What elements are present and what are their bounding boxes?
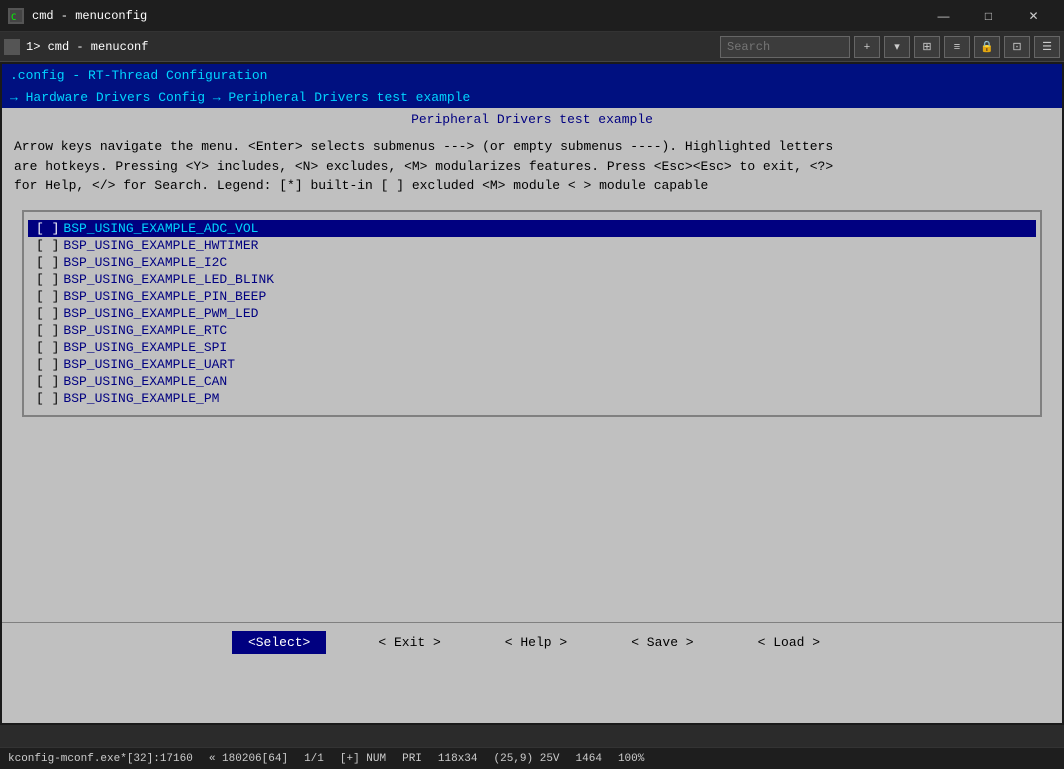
bracket-2: [ ]	[36, 255, 59, 270]
nav-path: → Hardware Drivers Config → Peripheral D…	[10, 90, 470, 105]
toolbar: + ▾ ⊞ ≡ 🔒 ⊡ ☰	[720, 36, 1060, 58]
save-button[interactable]: < Save >	[619, 631, 705, 654]
help-line-1: Arrow keys navigate the menu. <Enter> se…	[14, 137, 1050, 157]
status-fraction: 1/1	[304, 753, 324, 765]
status-zoom: 100%	[618, 753, 644, 765]
status-process: kconfig-mconf.exe*[32]:17160	[8, 753, 193, 765]
bracket-4: [ ]	[36, 289, 59, 304]
layout-button[interactable]: ⊡	[1004, 36, 1030, 58]
bracket-3: [ ]	[36, 272, 59, 287]
menu-list: [ ] BSP_USING_EXAMPLE_ADC_VOL [ ] BSP_US…	[22, 210, 1042, 417]
status-memory: 1464	[576, 753, 602, 765]
bracket-7: [ ]	[36, 340, 59, 355]
maximize-button[interactable]: □	[966, 0, 1011, 32]
menu-item-can[interactable]: [ ] BSP_USING_EXAMPLE_CAN	[28, 373, 1036, 390]
minimize-button[interactable]: —	[921, 0, 966, 32]
bracket-6: [ ]	[36, 323, 59, 338]
bottom-button-bar: <Select> < Exit > < Help > < Save > < Lo…	[2, 622, 1062, 662]
config-path: .config - RT-Thread Configuration	[10, 68, 267, 83]
menu-item-led-blink[interactable]: [ ] BSP_USING_EXAMPLE_LED_BLINK	[28, 271, 1036, 288]
item-name-10: BSP_USING_EXAMPLE_PM	[63, 391, 219, 406]
settings-button[interactable]: ≡	[944, 36, 970, 58]
menu-item-pm[interactable]: [ ] BSP_USING_EXAMPLE_PM	[28, 390, 1036, 407]
item-name-1: BSP_USING_EXAMPLE_HWTIMER	[63, 238, 258, 253]
item-name-4: BSP_USING_EXAMPLE_PIN_BEEP	[63, 289, 266, 304]
help-button[interactable]: < Help >	[493, 631, 579, 654]
help-title-text: Peripheral Drivers test example	[411, 112, 653, 127]
help-text-area: Arrow keys navigate the menu. <Enter> se…	[2, 131, 1062, 202]
tab-icon	[4, 39, 20, 55]
add-button[interactable]: +	[854, 36, 880, 58]
status-priority: PRI	[402, 753, 422, 765]
help-line-3: for Help, </> for Search. Legend: [*] bu…	[14, 176, 1050, 196]
content-area: .config - RT-Thread Configuration → Hard…	[2, 64, 1062, 723]
bracket-1: [ ]	[36, 238, 59, 253]
help-title: Peripheral Drivers test example	[2, 108, 1062, 131]
search-input[interactable]	[720, 36, 850, 58]
select-button[interactable]: <Select>	[232, 631, 326, 654]
menu-item-i2c[interactable]: [ ] BSP_USING_EXAMPLE_I2C	[28, 254, 1036, 271]
item-name-5: BSP_USING_EXAMPLE_PWM_LED	[63, 306, 258, 321]
title-bar-text: cmd - menuconfig	[32, 9, 921, 23]
bracket-10: [ ]	[36, 391, 59, 406]
help-line-2: are hotkeys. Pressing <Y> includes, <N> …	[14, 157, 1050, 177]
item-name-9: BSP_USING_EXAMPLE_CAN	[63, 374, 227, 389]
menu-item-adc[interactable]: [ ] BSP_USING_EXAMPLE_ADC_VOL	[28, 220, 1036, 237]
window-controls: — □ ✕	[921, 0, 1056, 32]
svg-text:C: C	[11, 13, 16, 22]
menu-button[interactable]: ☰	[1034, 36, 1060, 58]
menu-item-pwm-led[interactable]: [ ] BSP_USING_EXAMPLE_PWM_LED	[28, 305, 1036, 322]
item-name-8: BSP_USING_EXAMPLE_UART	[63, 357, 235, 372]
breadcrumb-top: .config - RT-Thread Configuration	[2, 64, 1062, 86]
app-icon: C	[8, 8, 24, 24]
item-name-7: BSP_USING_EXAMPLE_SPI	[63, 340, 227, 355]
status-position: « 180206[64]	[209, 753, 288, 765]
menu-item-rtc[interactable]: [ ] BSP_USING_EXAMPLE_RTC	[28, 322, 1036, 339]
bracket-5: [ ]	[36, 306, 59, 321]
main-window: C cmd - menuconfig — □ ✕ 1> cmd - menuco…	[0, 0, 1064, 769]
menu-item-spi[interactable]: [ ] BSP_USING_EXAMPLE_SPI	[28, 339, 1036, 356]
item-name-6: BSP_USING_EXAMPLE_RTC	[63, 323, 227, 338]
item-name-0: BSP_USING_EXAMPLE_ADC_VOL	[63, 221, 258, 236]
menu-item-pin-beep[interactable]: [ ] BSP_USING_EXAMPLE_PIN_BEEP	[28, 288, 1036, 305]
item-name-2: BSP_USING_EXAMPLE_I2C	[63, 255, 227, 270]
item-name-3: BSP_USING_EXAMPLE_LED_BLINK	[63, 272, 274, 287]
load-button[interactable]: < Load >	[746, 631, 832, 654]
tab-label: 1> cmd - menuconf	[26, 40, 720, 54]
bracket-9: [ ]	[36, 374, 59, 389]
bottom-spacer	[0, 725, 1064, 747]
lock-button[interactable]: 🔒	[974, 36, 1000, 58]
view-button[interactable]: ⊞	[914, 36, 940, 58]
breadcrumb-nav: → Hardware Drivers Config → Peripheral D…	[2, 86, 1062, 108]
tab-bar: 1> cmd - menuconf + ▾ ⊞ ≡ 🔒 ⊡ ☰	[0, 32, 1064, 62]
status-bar: kconfig-mconf.exe*[32]:17160 « 180206[64…	[0, 747, 1064, 769]
status-flags: [+] NUM	[340, 753, 386, 765]
status-dimensions: 118x34	[438, 753, 478, 765]
close-button[interactable]: ✕	[1011, 0, 1056, 32]
title-bar: C cmd - menuconfig — □ ✕	[0, 0, 1064, 32]
exit-button[interactable]: < Exit >	[366, 631, 452, 654]
bracket-8: [ ]	[36, 357, 59, 372]
menu-item-uart[interactable]: [ ] BSP_USING_EXAMPLE_UART	[28, 356, 1036, 373]
menu-item-hwtimer[interactable]: [ ] BSP_USING_EXAMPLE_HWTIMER	[28, 237, 1036, 254]
bracket-0: [ ]	[36, 221, 59, 236]
config-area: [ ] BSP_USING_EXAMPLE_ADC_VOL [ ] BSP_US…	[2, 202, 1062, 622]
dropdown-button[interactable]: ▾	[884, 36, 910, 58]
status-cursor: (25,9) 25V	[494, 753, 560, 765]
